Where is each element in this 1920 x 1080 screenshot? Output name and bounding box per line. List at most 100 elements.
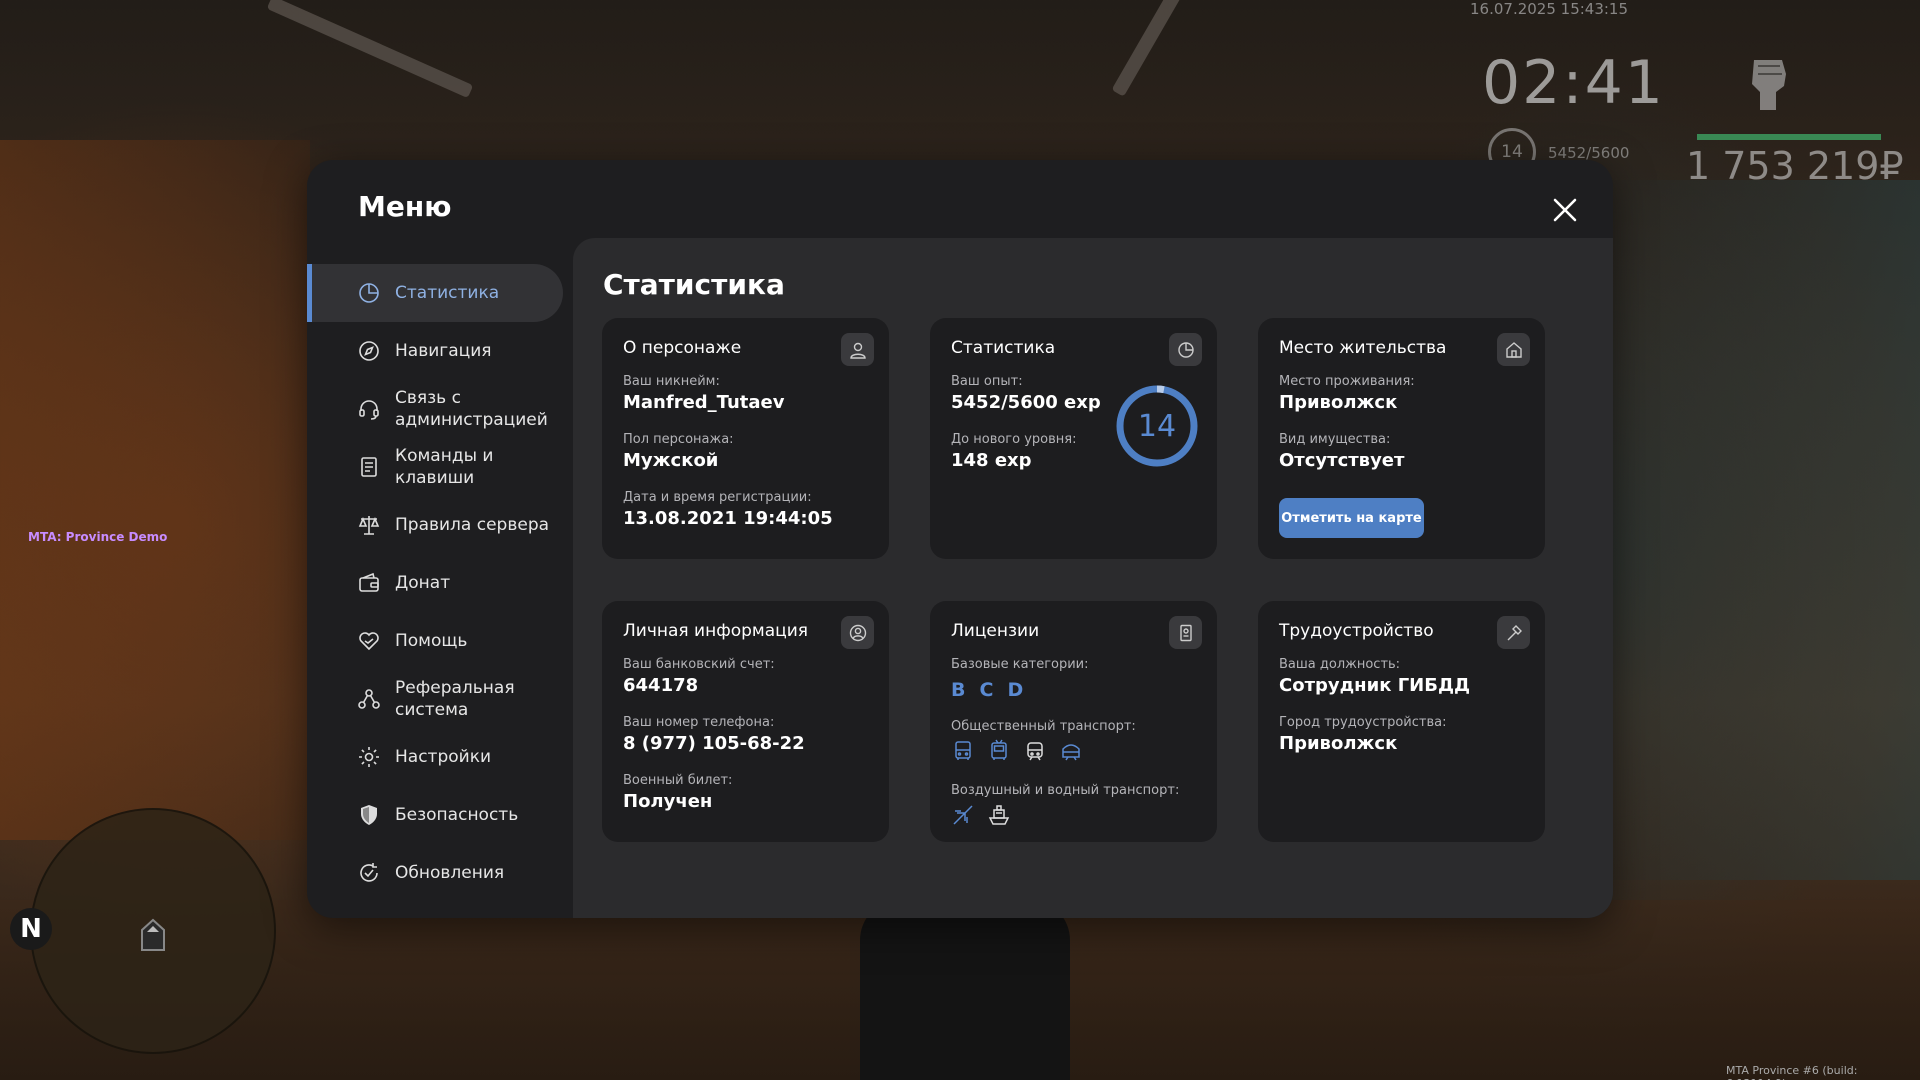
card-title: Лицензии: [951, 621, 1040, 641]
compass-icon: [359, 341, 379, 361]
property-value: Отсутствует: [1279, 450, 1405, 471]
air-water-transport-label: Воздушный и водный транспорт:: [951, 783, 1180, 798]
sidebar-item-donate[interactable]: Донат: [307, 554, 563, 612]
sidebar-item-commands[interactable]: Команды и клавиши: [307, 438, 563, 496]
sidebar-item-updates[interactable]: Обновления: [307, 844, 563, 902]
base-categories: BCD: [951, 679, 1037, 701]
sidebar-item-label: Помощь: [395, 631, 468, 651]
mark-on-map-button[interactable]: Отметить на карте: [1279, 498, 1424, 538]
card-character: О персонаже Ваш никнейм: Manfred_Tutaev …: [602, 318, 889, 559]
sidebar-item-label: Настройки: [395, 747, 492, 767]
sidebar-item-label: Реферальная система: [395, 678, 515, 720]
sidebar-item-rules[interactable]: Правила сервера: [307, 496, 563, 554]
card-residence: Место жительства Место проживания: Приво…: [1258, 318, 1545, 559]
card-title: О персонаже: [623, 338, 742, 358]
ceiling-beam: [266, 0, 474, 99]
heart-hand-icon: [359, 632, 379, 651]
work-city-label: Город трудоустройства:: [1279, 715, 1447, 730]
hud-datetime: 16.07.2025 15:43:15: [1470, 0, 1629, 18]
menu-title: Меню: [358, 190, 452, 223]
user-circle-icon: [849, 624, 866, 641]
plane-icon: [953, 805, 973, 825]
sidebar-item-navigation[interactable]: Навигация: [307, 322, 563, 380]
sidebar-item-label: Правила сервера: [395, 515, 550, 535]
sidebar-item-label: Донат: [395, 573, 451, 593]
card-icon: [1497, 333, 1530, 366]
gender-label: Пол персонажа:: [623, 432, 734, 447]
public-transport-icons: [951, 739, 1083, 763]
card-statistics: Статистика Ваш опыт: 5452/5600 exp До но…: [930, 318, 1217, 559]
sidebar-item-label: Обновления: [395, 863, 505, 883]
next-level-value: 148 exp: [951, 450, 1032, 471]
card-employment: Трудоустройство Ваша должность: Сотрудни…: [1258, 601, 1545, 842]
card-personal-info: Личная информация Ваш банковский счет: 6…: [602, 601, 889, 842]
license-card-icon: [1179, 624, 1192, 641]
boat-icon: [988, 805, 1010, 825]
server-name: MTA: Province Demo: [28, 530, 168, 544]
military-label: Военный билет:: [623, 773, 733, 788]
page-title: Статистика: [603, 268, 785, 301]
pie-chart-icon: [359, 283, 379, 303]
category-d: D: [1007, 679, 1024, 701]
work-city-value: Приволжск: [1279, 733, 1398, 754]
sidebar-item-label: Безопасность: [395, 805, 519, 825]
sidebar-item-referral[interactable]: Реферальная система: [307, 670, 563, 728]
public-transport-label: Общественный транспорт:: [951, 719, 1136, 734]
shield-icon: [361, 805, 377, 825]
residence-label: Место проживания:: [1279, 374, 1415, 389]
level-number: 14: [1137, 408, 1177, 444]
sidebar-item-statistics[interactable]: Статистика: [307, 264, 563, 322]
fist-icon: [1752, 60, 1786, 110]
player-character: [860, 900, 1070, 1080]
bank-label: Ваш банковский счет:: [623, 657, 775, 672]
exp-value: 5452/5600 exp: [951, 392, 1101, 413]
base-categories-label: Базовые категории:: [951, 657, 1089, 672]
close-icon[interactable]: [1547, 192, 1583, 228]
player-marker-icon: [141, 918, 165, 951]
build-info: MTA Province #6 (build: 6.12114.9): [1726, 1064, 1858, 1080]
nickname-label: Ваш никнейм:: [623, 374, 720, 389]
sidebar-item-label: Навигация: [395, 341, 492, 361]
hammer-icon: [1507, 624, 1522, 640]
bank-value: 644178: [623, 675, 699, 696]
hud-money: 1 753 219₽: [1686, 144, 1904, 188]
referral-icon: [358, 689, 380, 709]
pie-chart-icon: [1177, 341, 1194, 358]
card-licenses: Лицензии Базовые категории: BCD Обществе…: [930, 601, 1217, 842]
sidebar-item-admin-contact[interactable]: Связь с администрацией: [307, 380, 563, 438]
phone-value: 8 (977) 105-68-22: [623, 733, 805, 754]
category-c: C: [979, 679, 994, 701]
registration-label: Дата и время регистрации:: [623, 490, 812, 505]
sidebar-item-settings[interactable]: Настройки: [307, 728, 563, 786]
card-icon: [841, 333, 874, 366]
content-panel: Статистика О персонаже Ваш никнейм: Manf…: [573, 238, 1613, 918]
sidebar-item-label: Команды и клавиши: [395, 446, 494, 488]
hud-clock: 02:41: [1482, 48, 1665, 118]
sidebar-item-label: Связь с администрацией: [395, 388, 548, 430]
scene-wall-right: [1600, 180, 1920, 880]
military-value: Получен: [623, 791, 713, 812]
registration-value: 13.08.2021 19:44:05: [623, 508, 833, 529]
position-value: Сотрудник ГИБДД: [1279, 675, 1471, 696]
menu-window: Меню Статистика Навигация Связь с админи…: [307, 160, 1613, 918]
ceiling-beam: [1111, 0, 1189, 97]
document-list-icon: [361, 457, 377, 477]
bus-icon: [955, 741, 971, 760]
card-title: Статистика: [951, 338, 1056, 358]
card-title: Трудоустройство: [1279, 621, 1434, 641]
house-icon: [1505, 341, 1522, 358]
property-label: Вид имущества:: [1279, 432, 1391, 447]
gender-value: Мужской: [623, 450, 719, 471]
refresh-check-icon: [360, 863, 378, 882]
card-title: Место жительства: [1279, 338, 1447, 358]
sidebar-item-security[interactable]: Безопасность: [307, 786, 563, 844]
sidebar-item-label: Статистика: [395, 283, 500, 303]
hud-health-bar: [1697, 134, 1881, 140]
position-label: Ваша должность:: [1279, 657, 1401, 672]
trolleybus-icon: [991, 739, 1007, 760]
sidebar-item-help[interactable]: Помощь: [307, 612, 563, 670]
category-b: B: [951, 679, 966, 701]
phone-label: Ваш номер телефона:: [623, 715, 775, 730]
radar-north-icon: N: [10, 908, 52, 950]
sidebar: Статистика Навигация Связь с администрац…: [307, 264, 563, 902]
